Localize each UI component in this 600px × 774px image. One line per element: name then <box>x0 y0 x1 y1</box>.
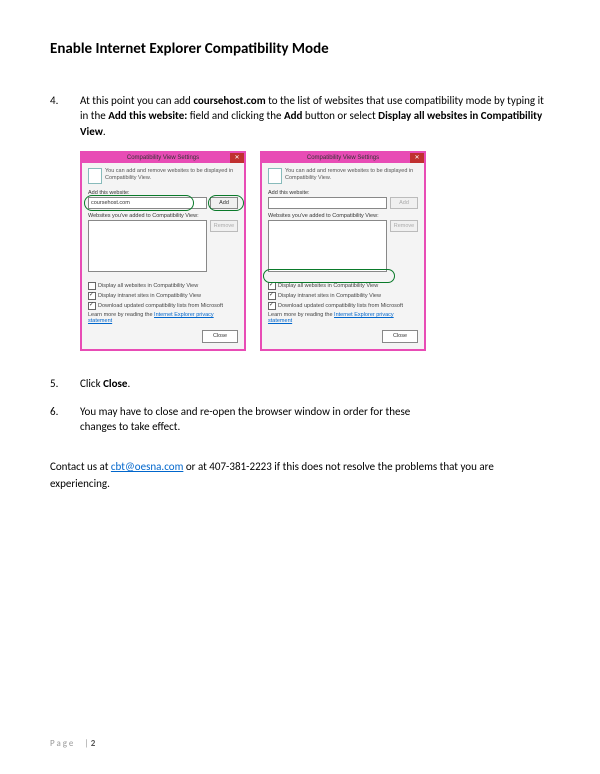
dialog-intro: You can add and remove websites to be di… <box>285 168 418 181</box>
close-button[interactable]: Close <box>202 330 238 343</box>
dialog-titlebar: Compatibility View Settings ✕ <box>82 153 244 163</box>
step-5: 5. Click Close. <box>50 376 550 391</box>
chk-intranet[interactable]: Display intranet sites in Compatibility … <box>88 292 238 300</box>
dialog-intro: You can add and remove websites to be di… <box>105 168 238 181</box>
chk-download[interactable]: Download updated compatibility lists fro… <box>268 302 418 310</box>
ie-compat-dialog-2: Compatibility View Settings ✕ You can ad… <box>260 151 426 351</box>
step-6: 6. You may have to close and re-open the… <box>50 404 550 435</box>
remove-button: Remove <box>210 220 238 232</box>
remove-button: Remove <box>390 220 418 232</box>
contact-info: Contact us at cbt@oesna.com or at 407-38… <box>50 459 550 492</box>
compat-icon <box>88 168 102 184</box>
step-4-number: 4. <box>50 93 80 139</box>
ie-compat-dialog-1: Compatibility View Settings ✕ You can ad… <box>80 151 246 351</box>
contact-email-link[interactable]: cbt@oesna.com <box>111 460 183 473</box>
add-button[interactable]: Add <box>210 197 238 209</box>
step-4-body: At this point you can add coursehost.com… <box>80 93 550 139</box>
list-label: Websites you've added to Compatibility V… <box>268 213 418 219</box>
close-button[interactable]: Close <box>382 330 418 343</box>
chk-intranet[interactable]: Display intranet sites in Compatibility … <box>268 292 418 300</box>
close-icon[interactable]: ✕ <box>230 153 244 163</box>
add-website-input[interactable]: coursehost.com <box>88 197 207 209</box>
dialog-titlebar: Compatibility View Settings ✕ <box>262 153 424 163</box>
chk-display-all[interactable]: Display all websites in Compatibility Vi… <box>88 282 238 290</box>
page-title: Enable Internet Explorer Compatibility M… <box>50 40 550 58</box>
chk-display-all[interactable]: Display all websites in Compatibility Vi… <box>268 282 418 290</box>
page-footer: Page | 2 <box>50 738 95 749</box>
add-button: Add <box>390 197 418 209</box>
step-5-body: Click Close. <box>80 376 550 391</box>
chk-download[interactable]: Download updated compatibility lists fro… <box>88 302 238 310</box>
websites-listbox[interactable] <box>88 220 207 272</box>
step-6-number: 6. <box>50 404 80 435</box>
step-4: 4. At this point you can add coursehost.… <box>50 93 550 139</box>
add-website-label: Add this website: <box>268 190 418 196</box>
add-website-input[interactable] <box>268 197 387 209</box>
step-6-body: You may have to close and re-open the br… <box>80 404 440 435</box>
dialog-screenshots: Compatibility View Settings ✕ You can ad… <box>80 151 550 351</box>
add-website-label: Add this website: <box>88 190 238 196</box>
websites-listbox[interactable] <box>268 220 387 272</box>
step-5-number: 5. <box>50 376 80 391</box>
list-label: Websites you've added to Compatibility V… <box>88 213 238 219</box>
compat-icon <box>268 168 282 184</box>
close-icon[interactable]: ✕ <box>410 153 424 163</box>
